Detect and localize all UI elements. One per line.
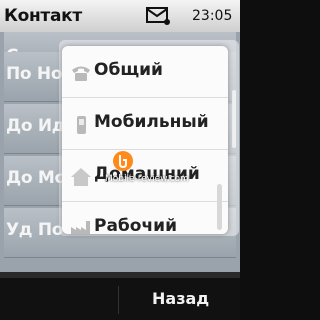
list-item-label: До Мо [6,168,66,188]
phone-general-icon [72,66,90,81]
softkey-divider [118,286,119,314]
clock: 23:05 [192,8,233,24]
watermark-text: Mobile-review.com [105,174,189,184]
popup-scrollbar[interactable] [217,184,222,230]
watermark-logo-icon [113,151,133,171]
menu-item-mobile[interactable]: Мобильный [62,98,228,150]
list-item-label: По Но [6,64,63,84]
list-item-label: Уд По [6,220,64,240]
menu-item-label: Мобильный [94,112,209,132]
menu-item-general[interactable]: Общий [62,46,228,98]
message-envelope-icon [146,7,170,25]
softkey-bar: Назад [0,278,240,320]
menu-item-label: Рабочий [94,216,177,234]
menu-item-label: Общий [94,60,163,80]
title-bar: Контакт 23:05 [0,0,240,32]
number-type-popup: Общий Мобильный Домашний Рабочий [62,46,228,234]
work-factory-icon [71,221,90,234]
home-icon [71,168,91,186]
back-softkey[interactable]: Назад [152,289,209,308]
page-title: Контакт [4,6,82,26]
mobile-phone-icon [77,116,86,134]
menu-item-work[interactable]: Рабочий [62,202,228,234]
list-item-label: До Ид [6,116,66,136]
